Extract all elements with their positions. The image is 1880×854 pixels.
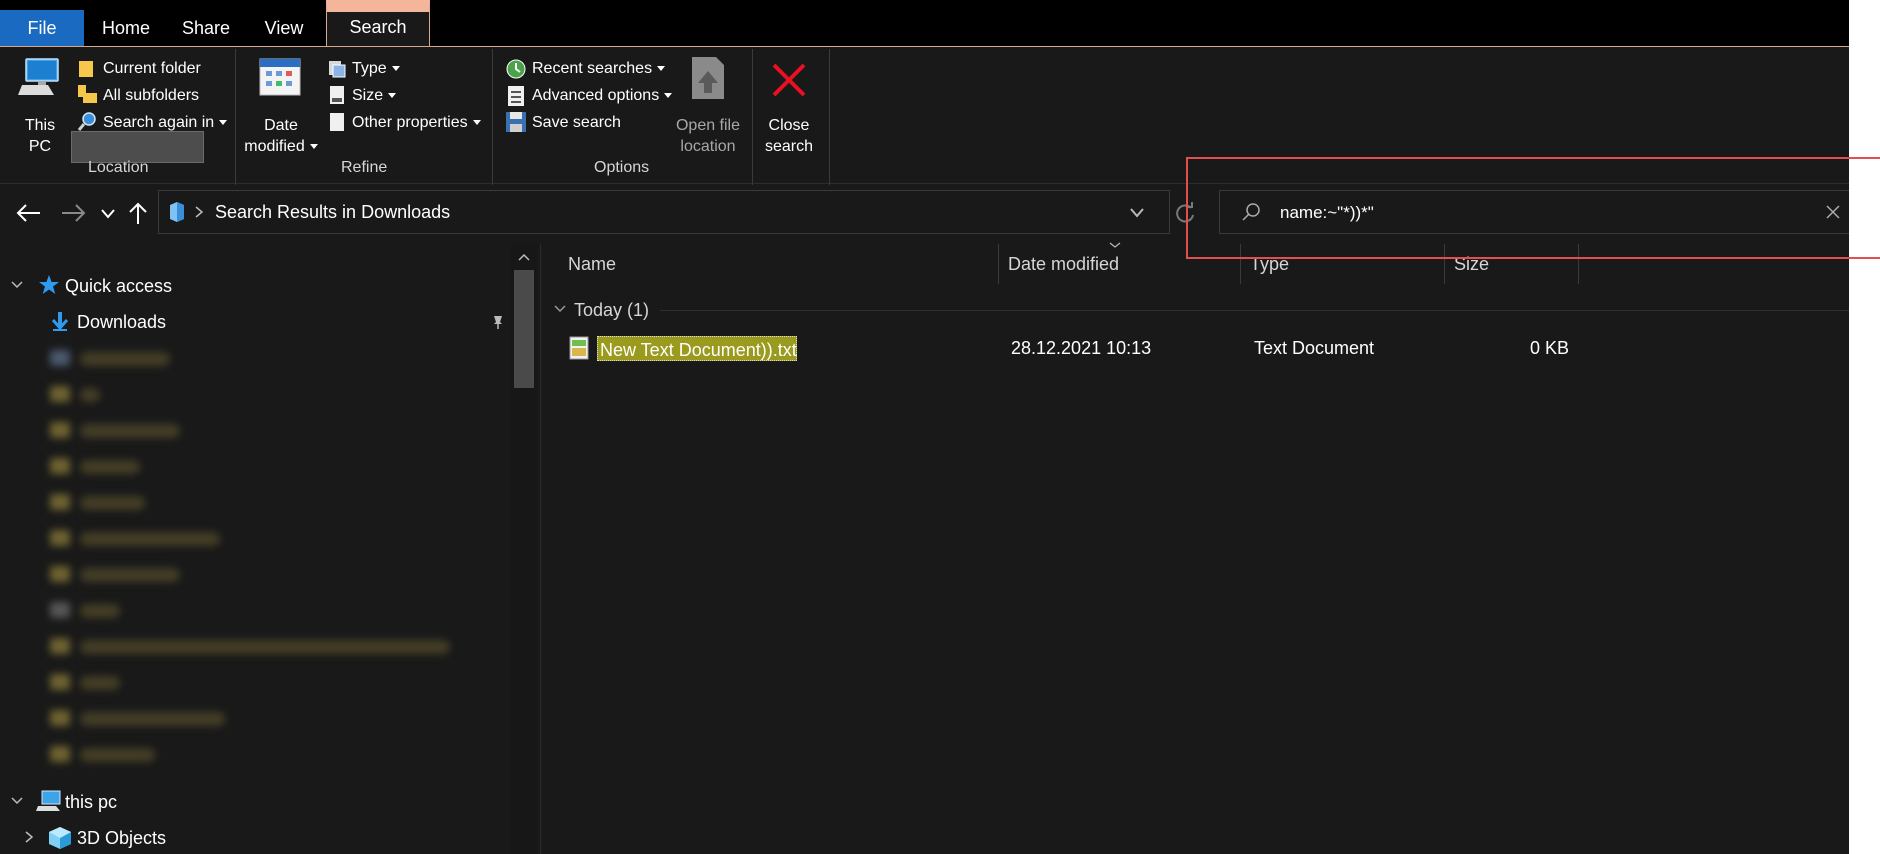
pin-icon[interactable] [490, 314, 506, 330]
computer-icon [18, 58, 59, 95]
date-modified-button[interactable]: Date modified [240, 53, 320, 155]
current-folder-option[interactable]: Current folder [103, 60, 201, 78]
file-name[interactable]: New Text Document)).txt [600, 340, 797, 361]
file-size: 0 KB [1530, 338, 1570, 358]
open-file-location-icon [692, 57, 724, 99]
text-document-icon [569, 336, 589, 360]
address-path: Search Results in Downloads [215, 202, 451, 222]
close-icon [772, 63, 806, 97]
location-group-label: Location [88, 159, 149, 176]
ribbon-separator [235, 49, 236, 189]
nav-scrollbar-thumb[interactable] [514, 270, 534, 388]
other-properties-button[interactable]: Other properties [352, 114, 481, 132]
collapse-chevron-icon[interactable] [24, 830, 34, 844]
search-again-icon [77, 112, 96, 131]
nav-downloads[interactable]: Downloads [77, 312, 166, 333]
column-separator[interactable] [998, 244, 999, 284]
ribbon-separator [492, 49, 493, 189]
recent-locations-chevron-icon[interactable] [100, 208, 116, 220]
group-header-today[interactable]: Today (1) [574, 300, 649, 321]
advanced-options-button[interactable]: Advanced options [532, 87, 673, 105]
nav-3d-objects[interactable]: 3D Objects [77, 828, 166, 849]
downloads-arrow-icon [51, 312, 69, 331]
save-search-button[interactable]: Save search [532, 114, 621, 132]
scroll-up-icon[interactable] [517, 252, 531, 262]
address-dropdown-icon[interactable] [1129, 207, 1145, 219]
tab-share[interactable]: Share [176, 10, 236, 46]
search-results-folder-icon [170, 202, 184, 222]
advanced-options-icon [508, 86, 524, 106]
this-pc-label: This PC [24, 117, 56, 155]
group-divider [660, 310, 1849, 311]
nav-quick-access[interactable]: Quick access [65, 276, 172, 297]
group-collapse-chevron-icon[interactable] [553, 304, 567, 314]
other-properties-icon [330, 113, 344, 131]
calendar-icon [259, 58, 301, 96]
type-icon [329, 61, 346, 78]
file-explorer-window: File Home Share View Search This PC Curre… [0, 0, 1849, 854]
refine-group-label: Refine [341, 159, 388, 176]
date-modified-label: Date modified [240, 115, 322, 157]
breadcrumb-chevron-icon[interactable] [194, 205, 204, 219]
save-icon [506, 112, 526, 132]
file-type: Text Document [1254, 338, 1375, 358]
star-icon [39, 275, 59, 294]
options-group-label: Options [594, 159, 650, 176]
forward-arrow-icon[interactable] [60, 203, 88, 223]
address-bar[interactable]: Search Results in Downloads [158, 190, 1170, 234]
type-filter-button[interactable]: Type [352, 60, 400, 78]
tab-home[interactable]: Home [96, 10, 156, 46]
ribbon-separator [829, 49, 830, 189]
recent-searches-icon [506, 59, 526, 79]
tab-search[interactable]: Search [326, 0, 430, 46]
3d-objects-icon [49, 827, 71, 849]
ribbon-separator [752, 49, 753, 189]
this-pc-icon [36, 790, 61, 811]
open-file-location-button: Open file location [672, 53, 744, 155]
up-arrow-icon[interactable] [128, 200, 148, 226]
tab-file[interactable]: File [0, 10, 84, 46]
folder-icon [79, 61, 93, 77]
search-again-in-button[interactable]: Search again in [103, 114, 228, 132]
back-arrow-icon[interactable] [14, 203, 42, 223]
sort-indicator-icon [1109, 242, 1121, 248]
expand-chevron-icon[interactable] [10, 280, 24, 290]
subfolders-icon [78, 85, 97, 103]
this-pc-button[interactable]: This PC [10, 53, 70, 155]
size-filter-button[interactable]: Size [352, 87, 397, 105]
recent-searches-button[interactable]: Recent searches [532, 60, 666, 78]
size-icon [330, 86, 344, 104]
close-search-button[interactable]: Close search [758, 53, 820, 155]
all-subfolders-label: All subfolders [103, 87, 200, 104]
ribbon-tab-bar: File Home Share View Search [0, 0, 1849, 47]
column-header-date-modified[interactable]: Date modified [1008, 254, 1119, 275]
column-header-name[interactable]: Name [568, 254, 616, 275]
annotation-highlight-box [1186, 157, 1880, 259]
file-date-modified: 28.12.2021 10:13 [1011, 338, 1152, 358]
close-search-label: Close search [764, 117, 814, 155]
nav-this-pc[interactable]: this pc [65, 792, 117, 813]
open-file-location-label: Open file location [675, 117, 741, 155]
navigation-pane [0, 244, 541, 854]
expand-chevron-icon[interactable] [10, 796, 24, 806]
tab-view[interactable]: View [256, 10, 312, 46]
pane-divider[interactable] [540, 244, 541, 854]
